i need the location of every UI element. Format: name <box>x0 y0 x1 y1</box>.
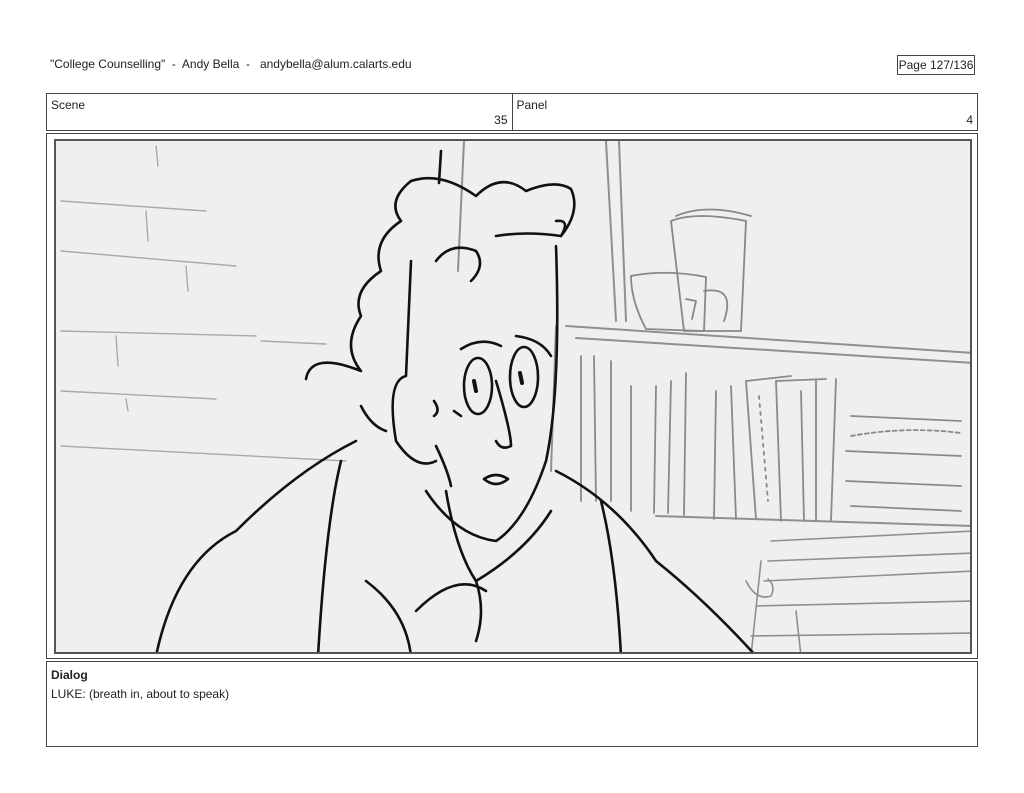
storyboard-panel <box>46 133 978 659</box>
page-number: Page 127/136 <box>897 55 975 75</box>
character-sketch <box>155 149 755 652</box>
books-sketch <box>580 355 962 522</box>
book-stack-sketch <box>745 530 970 652</box>
window-frame-sketch <box>457 141 627 322</box>
mug-sketch <box>630 208 752 332</box>
scene-number: 35 <box>494 113 508 127</box>
scene-cell: Scene 35 <box>47 94 512 130</box>
panel-number: 4 <box>966 113 973 127</box>
dialog-label: Dialog <box>51 668 88 682</box>
bookshelf-sketch <box>550 325 970 527</box>
panel-cell: Panel 4 <box>511 94 978 130</box>
brick-wall-sketch <box>60 145 347 462</box>
storyboard-sketch <box>60 141 970 652</box>
panel-label: Panel <box>516 98 548 112</box>
dialog-text: LUKE: (breath in, about to speak) <box>51 687 230 701</box>
storyboard-drawing-frame <box>54 139 972 654</box>
document-header-title: "College Counselling" - Andy Bella - and… <box>50 57 412 71</box>
scene-panel-row: Scene 35 Panel 4 <box>46 93 978 131</box>
dialog-box: Dialog LUKE: (breath in, about to speak) <box>46 661 978 747</box>
scene-label: Scene <box>51 98 86 112</box>
